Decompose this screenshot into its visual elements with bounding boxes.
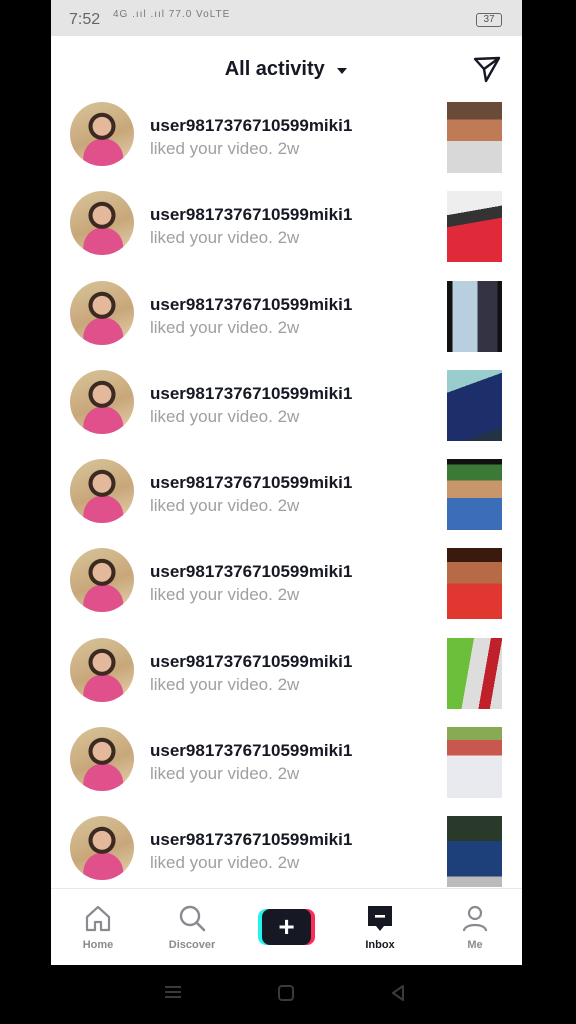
tab-discover-label: Discover — [168, 939, 216, 951]
activity-description: liked your video. 2w — [150, 407, 299, 427]
activity-action: liked your video. — [150, 406, 273, 426]
inbox-icon — [365, 903, 395, 933]
activity-username[interactable]: user9817376710599miki1 — [150, 116, 352, 136]
activity-description: liked your video. 2w — [150, 675, 299, 695]
activity-action: liked your video. — [150, 853, 273, 873]
tab-inbox-label: Inbox — [365, 939, 395, 951]
activity-row[interactable]: user9817376710599miki1 liked your video. … — [51, 191, 522, 280]
activity-description: liked your video. 2w — [150, 318, 299, 338]
activity-list: user9817376710599miki1 liked your video. … — [51, 102, 522, 906]
activity-username[interactable]: user9817376710599miki1 — [150, 741, 352, 761]
activity-time: 2w — [277, 317, 300, 337]
tab-me-label: Me — [467, 939, 483, 951]
video-thumbnail[interactable] — [447, 816, 502, 888]
video-thumbnail[interactable] — [447, 548, 502, 620]
activity-row[interactable]: user9817376710599miki1 liked your video. … — [51, 548, 522, 637]
video-thumbnail[interactable] — [447, 459, 502, 531]
activity-row[interactable]: user9817376710599miki1 liked your video. … — [51, 637, 522, 727]
activity-username[interactable]: user9817376710599miki1 — [150, 562, 352, 582]
create-video-button[interactable]: + — [258, 909, 315, 945]
signal-indicator: 4G .ııl .ııl 77.0 VoLTE — [113, 9, 231, 20]
activity-time: 2w — [277, 406, 300, 426]
tab-inbox[interactable]: Inbox — [333, 889, 427, 965]
activity-username[interactable]: user9817376710599miki1 — [150, 652, 352, 672]
system-navigation-bar — [0, 965, 576, 1024]
avatar[interactable] — [70, 102, 134, 166]
send-icon[interactable] — [472, 54, 502, 84]
activity-username[interactable]: user9817376710599miki1 — [150, 295, 352, 315]
activity-description: liked your video. 2w — [150, 764, 299, 784]
avatar[interactable] — [70, 280, 134, 345]
activity-action: liked your video. — [150, 317, 273, 337]
activity-filter-dropdown[interactable]: All activity — [51, 58, 522, 81]
activity-action: liked your video. — [150, 228, 273, 248]
avatar[interactable] — [70, 548, 134, 613]
avatar[interactable] — [70, 727, 134, 792]
activity-action: liked your video. — [150, 139, 273, 158]
avatar[interactable] — [70, 191, 134, 256]
activity-time: 2w — [277, 674, 300, 694]
activity-description: liked your video. 2w — [150, 228, 299, 248]
activity-description: liked your video. 2w — [150, 496, 299, 516]
activity-time: 2w — [277, 853, 300, 873]
search-icon — [177, 903, 207, 933]
avatar[interactable] — [70, 369, 134, 434]
activity-username[interactable]: user9817376710599miki1 — [150, 830, 352, 850]
activity-time: 2w — [277, 139, 300, 158]
back-nav-icon[interactable] — [389, 984, 407, 1007]
activity-row[interactable]: user9817376710599miki1 liked your video. … — [51, 459, 522, 548]
activity-row[interactable]: user9817376710599miki1 liked your video. … — [51, 369, 522, 459]
avatar[interactable] — [70, 637, 134, 702]
tab-discover[interactable]: Discover — [145, 889, 239, 965]
home-icon — [83, 903, 113, 933]
activity-action: liked your video. — [150, 496, 273, 516]
tab-home[interactable]: Home — [51, 889, 145, 965]
video-thumbnail[interactable] — [447, 102, 502, 173]
activity-row[interactable]: user9817376710599miki1 liked your video. … — [51, 727, 522, 816]
battery-indicator: 37 — [476, 13, 502, 27]
plus-icon: + — [262, 909, 311, 945]
activity-description: liked your video. 2w — [150, 853, 299, 873]
status-bar: 7:52 4G .ııl .ııl 77.0 VoLTE 37 — [51, 0, 522, 36]
activity-description: liked your video. 2w — [150, 585, 299, 605]
activity-description: liked your video. 2w — [150, 139, 299, 159]
activity-username[interactable]: user9817376710599miki1 — [150, 473, 352, 493]
video-thumbnail[interactable] — [447, 369, 502, 441]
video-thumbnail[interactable] — [447, 191, 502, 263]
inbox-header: All activity — [51, 36, 522, 102]
activity-time: 2w — [277, 228, 300, 248]
activity-action: liked your video. — [150, 585, 273, 605]
menu-nav-icon[interactable] — [163, 984, 183, 1005]
activity-username[interactable]: user9817376710599miki1 — [150, 205, 352, 225]
home-nav-icon[interactable] — [277, 984, 295, 1007]
activity-row[interactable]: user9817376710599miki1 liked your video. … — [51, 280, 522, 370]
activity-username[interactable]: user9817376710599miki1 — [150, 384, 352, 404]
avatar[interactable] — [70, 459, 134, 524]
activity-action: liked your video. — [150, 674, 273, 694]
avatar[interactable] — [70, 816, 134, 881]
person-icon — [460, 903, 490, 933]
activity-time: 2w — [277, 585, 300, 605]
tab-me[interactable]: Me — [428, 889, 522, 965]
bottom-tab-bar: Home Discover + Inbox Me — [51, 888, 522, 965]
activity-time: 2w — [277, 764, 300, 784]
app-screen: 7:52 4G .ııl .ııl 77.0 VoLTE 37 All acti… — [51, 0, 522, 965]
activity-row[interactable]: user9817376710599miki1 liked your video. … — [51, 102, 522, 191]
video-thumbnail[interactable] — [447, 727, 502, 799]
video-thumbnail[interactable] — [447, 637, 502, 709]
caret-down-icon — [336, 58, 348, 81]
status-time: 7:52 — [69, 11, 101, 28]
activity-time: 2w — [277, 496, 300, 516]
activity-action: liked your video. — [150, 764, 273, 784]
tab-home-label: Home — [82, 939, 114, 951]
page-title: All activity — [224, 58, 325, 80]
video-thumbnail[interactable] — [447, 280, 502, 352]
